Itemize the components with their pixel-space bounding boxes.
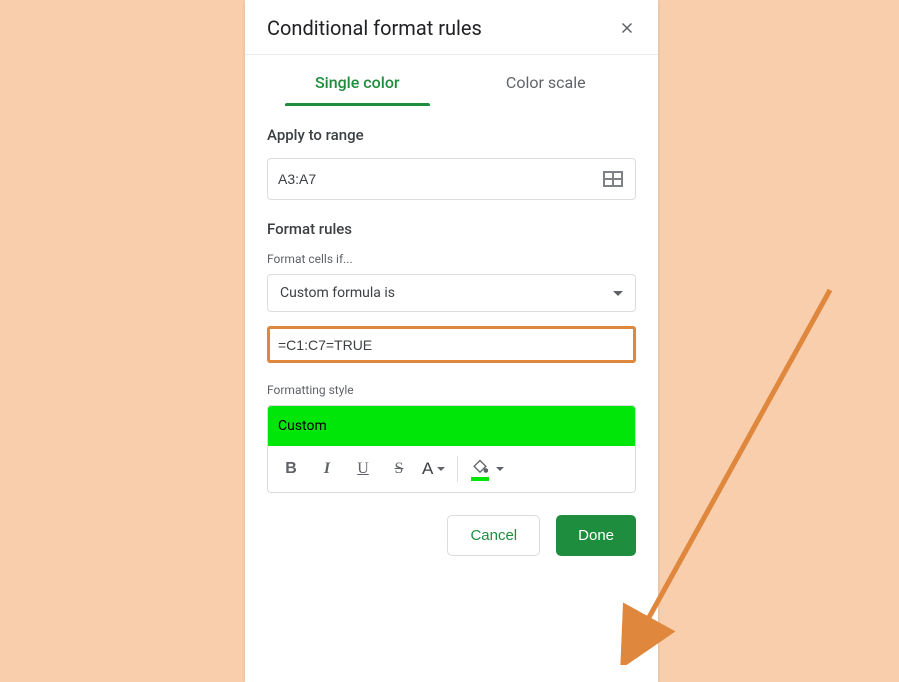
style-preview: Custom	[268, 406, 635, 446]
style-section: Formatting style Custom B I U S A	[245, 363, 658, 493]
cancel-button[interactable]: Cancel	[447, 515, 540, 556]
chevron-down-icon	[437, 467, 445, 471]
formula-input[interactable]	[278, 337, 625, 353]
italic-button[interactable]: I	[310, 452, 344, 486]
toolbar-divider	[457, 456, 458, 482]
chevron-down-icon	[613, 291, 623, 296]
strikethrough-button[interactable]: S	[382, 452, 416, 486]
tab-color-scale[interactable]: Color scale	[452, 55, 641, 106]
rules-section: Format rules Format cells if... Custom f…	[245, 200, 658, 363]
close-button[interactable]	[618, 19, 636, 37]
conditional-format-panel: Conditional format rules Single color Co…	[245, 0, 658, 682]
format-toolbar: B I U S A	[268, 446, 635, 492]
bold-button[interactable]: B	[274, 452, 308, 486]
style-label: Formatting style	[267, 383, 636, 397]
condition-select[interactable]: Custom formula is	[267, 274, 636, 312]
range-input-group	[267, 158, 636, 200]
fill-color-button[interactable]	[466, 458, 508, 480]
fill-color-icon	[470, 458, 492, 480]
button-row: Cancel Done	[245, 493, 658, 556]
formula-highlight	[267, 326, 636, 363]
text-color-icon: A	[422, 459, 433, 479]
panel-title: Conditional format rules	[267, 16, 482, 40]
condition-value: Custom formula is	[280, 285, 395, 301]
text-color-button[interactable]: A	[418, 459, 449, 479]
rules-sublabel: Format cells if...	[267, 252, 636, 266]
tabs: Single color Color scale	[245, 55, 658, 106]
tab-single-color[interactable]: Single color	[263, 55, 452, 106]
close-icon	[618, 19, 636, 37]
done-button[interactable]: Done	[556, 515, 636, 556]
range-input[interactable]	[278, 171, 601, 187]
panel-header: Conditional format rules	[245, 0, 658, 55]
chevron-down-icon	[496, 467, 504, 471]
rules-label: Format rules	[267, 220, 636, 238]
range-section: Apply to range	[245, 106, 658, 200]
grid-select-icon[interactable]	[601, 167, 625, 191]
style-box: Custom B I U S A	[267, 405, 636, 493]
underline-button[interactable]: U	[346, 452, 380, 486]
range-label: Apply to range	[267, 126, 636, 144]
